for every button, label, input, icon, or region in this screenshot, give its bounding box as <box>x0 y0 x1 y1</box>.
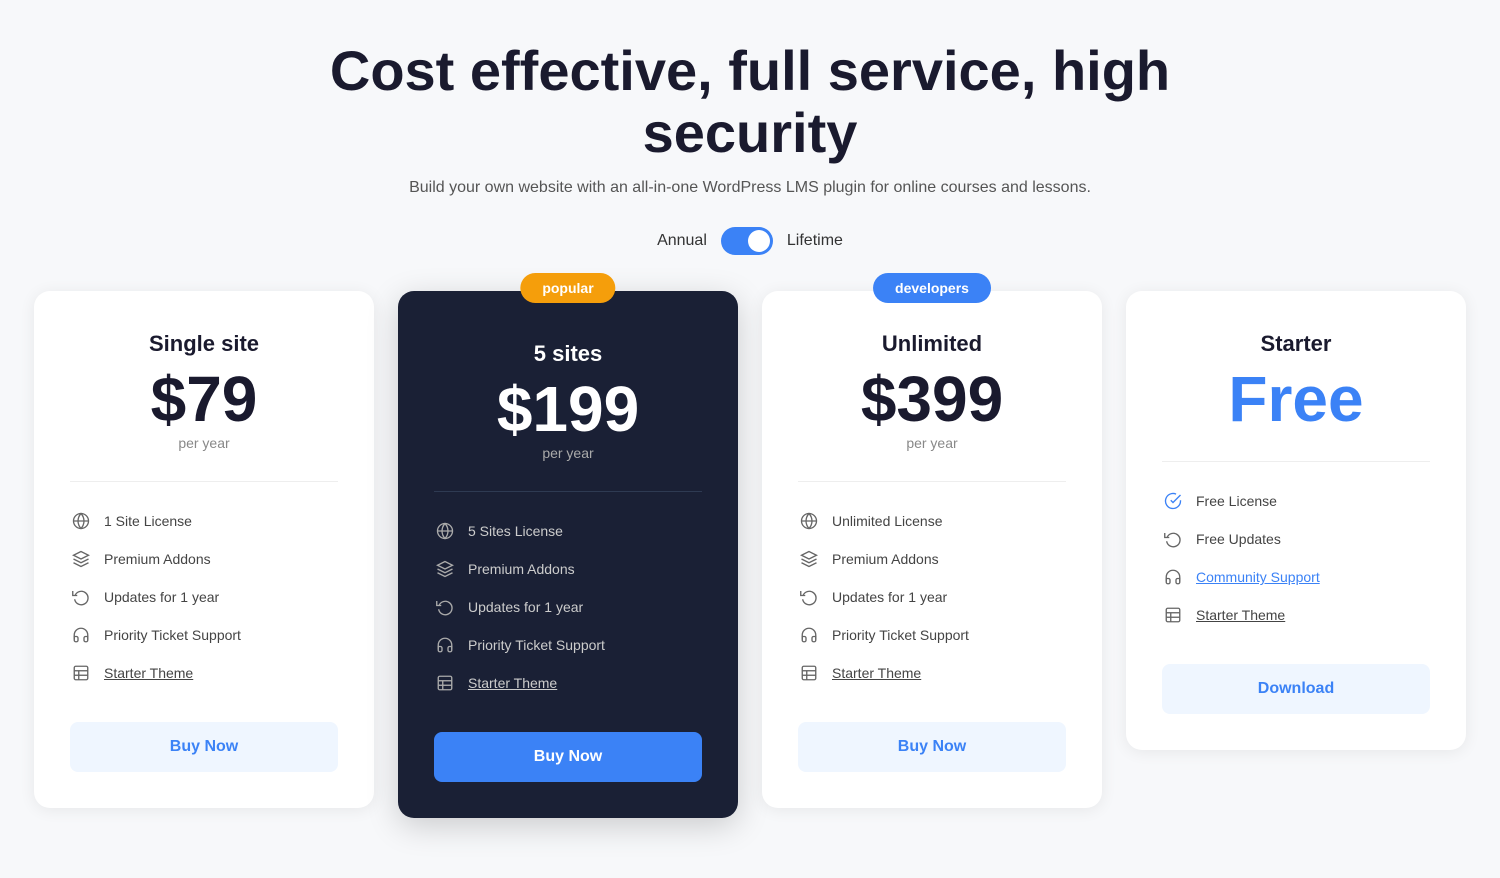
plan-price-unlimited: $399 <box>798 367 1066 431</box>
feature-theme: Starter Theme <box>70 654 338 692</box>
plan-period-five-sites: per year <box>434 445 702 461</box>
feature-license-u: Unlimited License <box>798 502 1066 540</box>
updates-icon <box>434 596 456 618</box>
feature-text: Priority Ticket Support <box>468 637 605 653</box>
feature-text[interactable]: Starter Theme <box>104 665 193 681</box>
feature-starter-theme: Starter Theme <box>1162 596 1430 634</box>
lifetime-label: Lifetime <box>787 232 843 250</box>
card-starter: Starter Free Free License Free Updates <box>1126 291 1466 750</box>
toggle-thumb <box>748 230 770 252</box>
download-button[interactable]: Download <box>1162 664 1430 714</box>
globe-icon <box>70 510 92 532</box>
headphone-icon <box>70 624 92 646</box>
annual-label: Annual <box>657 232 707 250</box>
feature-community-support: Community Support <box>1162 558 1430 596</box>
feature-text: Free Updates <box>1196 531 1281 547</box>
card-single-site: Single site $79 per year 1 Site License … <box>34 291 374 808</box>
feature-text[interactable]: Starter Theme <box>1196 607 1285 623</box>
plan-name-unlimited: Unlimited <box>798 331 1066 357</box>
popular-badge: popular <box>520 273 615 303</box>
card-five-sites: popular 5 sites $199 per year 5 Sites Li… <box>398 291 738 818</box>
feature-addons-u: Premium Addons <box>798 540 1066 578</box>
pricing-cards: Single site $79 per year 1 Site License … <box>20 291 1480 818</box>
addons-icon <box>434 558 456 580</box>
features-single-site: 1 Site License Premium Addons Updates fo… <box>70 502 338 692</box>
page-subtitle: Build your own website with an all-in-on… <box>300 179 1200 197</box>
feature-addons-5: Premium Addons <box>434 550 702 588</box>
plan-period-single-site: per year <box>70 435 338 451</box>
feature-text[interactable]: Starter Theme <box>468 675 557 691</box>
buy-now-button-unlimited[interactable]: Buy Now <box>798 722 1066 772</box>
globe-icon <box>798 510 820 532</box>
buy-now-button-five[interactable]: Buy Now <box>434 732 702 782</box>
card-unlimited: developers Unlimited $399 per year Unlim… <box>762 291 1102 808</box>
feature-free-updates: Free Updates <box>1162 520 1430 558</box>
feature-text: Premium Addons <box>832 551 939 567</box>
feature-updates-5: Updates for 1 year <box>434 588 702 626</box>
plan-price-single-site: $79 <box>70 367 338 431</box>
feature-text: 1 Site License <box>104 513 192 529</box>
feature-free-license: Free License <box>1162 482 1430 520</box>
feature-license: 1 Site License <box>70 502 338 540</box>
feature-text: Priority Ticket Support <box>832 627 969 643</box>
plan-period-unlimited: per year <box>798 435 1066 451</box>
headphone-icon <box>1162 566 1184 588</box>
feature-text: 5 Sites License <box>468 523 563 539</box>
feature-text[interactable]: Community Support <box>1196 569 1320 585</box>
plan-price-starter: Free <box>1162 367 1430 431</box>
feature-support-5: Priority Ticket Support <box>434 626 702 664</box>
feature-text: Updates for 1 year <box>468 599 583 615</box>
billing-toggle-container: Annual Lifetime <box>657 227 843 255</box>
feature-license-5: 5 Sites License <box>434 512 702 550</box>
features-unlimited: Unlimited License Premium Addons Updates… <box>798 502 1066 692</box>
plan-name-single-site: Single site <box>70 331 338 357</box>
feature-text: Premium Addons <box>104 551 211 567</box>
addons-icon <box>798 548 820 570</box>
plan-name-five-sites: 5 sites <box>434 341 702 367</box>
theme-icon <box>70 662 92 684</box>
feature-text: Free License <box>1196 493 1277 509</box>
buy-now-button-single[interactable]: Buy Now <box>70 722 338 772</box>
check-circle-icon <box>1162 490 1184 512</box>
page-header: Cost effective, full service, high secur… <box>300 40 1200 227</box>
plan-name-starter: Starter <box>1162 331 1430 357</box>
theme-icon <box>434 672 456 694</box>
features-five-sites: 5 Sites License Premium Addons Updates f… <box>434 512 702 702</box>
feature-text: Priority Ticket Support <box>104 627 241 643</box>
updates-icon <box>798 586 820 608</box>
features-starter: Free License Free Updates Community Supp… <box>1162 482 1430 634</box>
feature-text: Updates for 1 year <box>832 589 947 605</box>
updates-icon <box>70 586 92 608</box>
addons-icon <box>70 548 92 570</box>
headphone-icon <box>434 634 456 656</box>
feature-text: Updates for 1 year <box>104 589 219 605</box>
page-title: Cost effective, full service, high secur… <box>300 40 1200 163</box>
headphone-icon <box>798 624 820 646</box>
feature-support-u: Priority Ticket Support <box>798 616 1066 654</box>
theme-icon <box>1162 604 1184 626</box>
feature-support: Priority Ticket Support <box>70 616 338 654</box>
plan-price-five-sites: $199 <box>434 377 702 441</box>
feature-theme-u: Starter Theme <box>798 654 1066 692</box>
feature-text[interactable]: Starter Theme <box>832 665 921 681</box>
feature-updates: Updates for 1 year <box>70 578 338 616</box>
developers-badge: developers <box>873 273 991 303</box>
feature-text: Premium Addons <box>468 561 575 577</box>
download-icon <box>1162 528 1184 550</box>
billing-toggle[interactable] <box>721 227 773 255</box>
feature-updates-u: Updates for 1 year <box>798 578 1066 616</box>
theme-icon <box>798 662 820 684</box>
feature-theme-5: Starter Theme <box>434 664 702 702</box>
feature-text: Unlimited License <box>832 513 943 529</box>
globe-icon <box>434 520 456 542</box>
feature-addons: Premium Addons <box>70 540 338 578</box>
